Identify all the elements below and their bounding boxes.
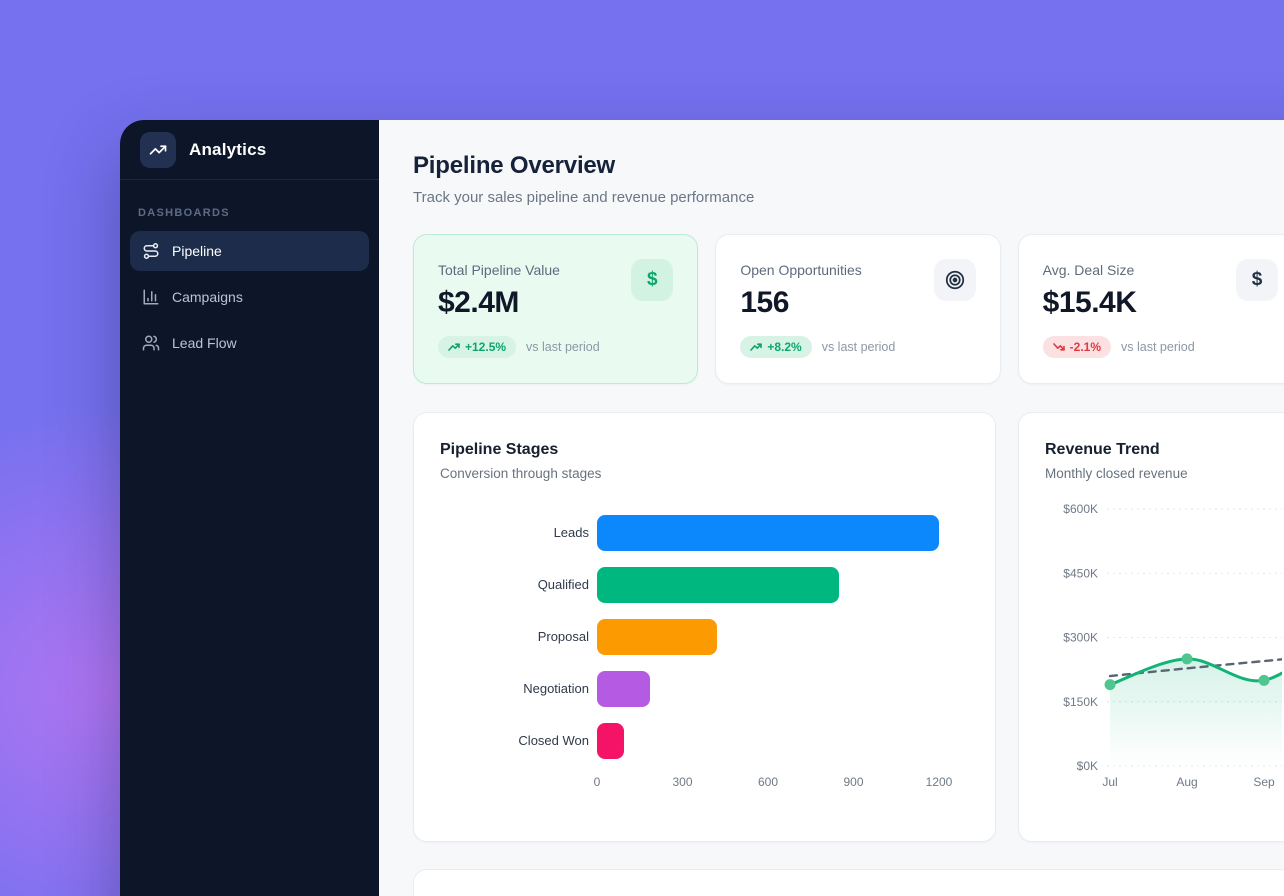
app-title: Analytics: [189, 140, 266, 160]
bottom-card-partial: [413, 869, 1284, 896]
y-axis-tick: $300K: [1063, 631, 1098, 645]
sidebar-nav: DASHBOARDS Pipeline Campaigns Lead Flow: [120, 180, 379, 379]
sidebar-item-campaigns[interactable]: Campaigns: [130, 277, 369, 317]
sidebar-item-label: Pipeline: [172, 243, 222, 259]
data-point[interactable]: [1105, 679, 1116, 690]
kpi-card-open-opportunities[interactable]: Open Opportunities 156 +8.2% vs last per…: [715, 234, 1000, 384]
bar-row: Proposal: [440, 619, 969, 655]
trending-up-icon: [140, 132, 176, 168]
x-axis-tick: 1200: [926, 775, 953, 789]
bar[interactable]: [597, 619, 717, 655]
kpi-card-avg-deal-size[interactable]: Avg. Deal Size $15.4K -2.1% vs last peri…: [1018, 234, 1284, 384]
app-window: Analytics DASHBOARDS Pipeline Campaigns: [120, 120, 1284, 896]
x-axis-tick: 900: [843, 775, 863, 789]
x-axis-tick: 0: [594, 775, 601, 789]
chart-subtitle: Monthly closed revenue: [1045, 466, 1276, 481]
data-point[interactable]: [1182, 653, 1193, 664]
bar-chart-icon: [142, 288, 160, 306]
x-axis-tick: Sep: [1253, 775, 1275, 789]
sidebar: Analytics DASHBOARDS Pipeline Campaigns: [120, 120, 379, 896]
bar[interactable]: [597, 567, 839, 603]
chart-subtitle: Conversion through stages: [440, 466, 969, 481]
revenue-area-fill: [1110, 629, 1282, 766]
bar[interactable]: [597, 723, 624, 759]
revenue-trend-svg: $0K $150K $300K $450K $600K Jul Aug Sep: [1045, 499, 1282, 795]
y-axis-tick: $450K: [1063, 566, 1098, 580]
dollar-icon: $: [631, 259, 673, 301]
bar-row: Leads: [440, 515, 969, 551]
bar-row: Negotiation: [440, 671, 969, 707]
bar-row: Qualified: [440, 567, 969, 603]
delta-badge: +12.5%: [438, 336, 516, 358]
charts-row: Pipeline Stages Conversion through stage…: [413, 412, 1284, 842]
bar[interactable]: [597, 515, 939, 551]
bar[interactable]: [597, 671, 650, 707]
users-icon: [142, 334, 160, 352]
kpi-note: vs last period: [822, 340, 896, 354]
sidebar-item-lead-flow[interactable]: Lead Flow: [130, 323, 369, 363]
bar-category-label: Closed Won: [440, 733, 597, 749]
kpi-note: vs last period: [1121, 340, 1195, 354]
delta-badge: -2.1%: [1043, 336, 1111, 358]
sidebar-item-pipeline[interactable]: Pipeline: [130, 231, 369, 271]
bar-category-label: Qualified: [440, 577, 597, 593]
y-axis-tick: $0K: [1077, 759, 1098, 773]
main-content: Pipeline Overview Track your sales pipel…: [379, 120, 1284, 896]
bar-row: Closed Won: [440, 723, 969, 759]
bar-category-label: Negotiation: [440, 681, 597, 697]
revenue-trend-line-chart: $0K $150K $300K $450K $600K Jul Aug Sep: [1045, 499, 1276, 800]
bar-chart-x-axis: 0 300 600 900 1200: [440, 775, 969, 791]
kpi-note: vs last period: [526, 340, 600, 354]
route-icon: [142, 242, 160, 260]
page-subtitle: Track your sales pipeline and revenue pe…: [413, 189, 1284, 206]
revenue-trend-card: Revenue Trend Monthly closed revenue $0K…: [1018, 412, 1284, 842]
sidebar-item-label: Lead Flow: [172, 335, 237, 351]
kpi-row: Total Pipeline Value $2.4M +12.5% vs las…: [413, 234, 1284, 384]
y-axis-tick: $150K: [1063, 695, 1098, 709]
page-title: Pipeline Overview: [413, 152, 1284, 180]
x-axis-tick: 600: [758, 775, 778, 789]
nav-section-label: DASHBOARDS: [138, 207, 361, 219]
kpi-card-total-pipeline-value[interactable]: Total Pipeline Value $2.4M +12.5% vs las…: [413, 234, 698, 384]
bar-category-label: Proposal: [440, 629, 597, 645]
bar-category-label: Leads: [440, 525, 597, 541]
trend-up-icon: [750, 341, 762, 353]
trend-down-icon: [1053, 341, 1065, 353]
dollar-icon: $: [1236, 259, 1278, 301]
sidebar-item-label: Campaigns: [172, 289, 243, 305]
y-axis-tick: $600K: [1063, 502, 1098, 516]
x-axis-tick: Aug: [1176, 775, 1197, 789]
chart-title: Revenue Trend: [1045, 441, 1276, 459]
chart-title: Pipeline Stages: [440, 441, 969, 459]
delta-badge: +8.2%: [740, 336, 811, 358]
pipeline-stages-card: Pipeline Stages Conversion through stage…: [413, 412, 996, 842]
x-axis-tick: Jul: [1102, 775, 1117, 789]
pipeline-stages-bar-chart: Leads Qualified Proposal Negotiation Closed …: [440, 515, 969, 759]
trend-up-icon: [448, 341, 460, 353]
target-icon: [934, 259, 976, 301]
x-axis-tick: 300: [672, 775, 692, 789]
sidebar-logo-row: Analytics: [120, 120, 379, 180]
data-point[interactable]: [1259, 675, 1270, 686]
